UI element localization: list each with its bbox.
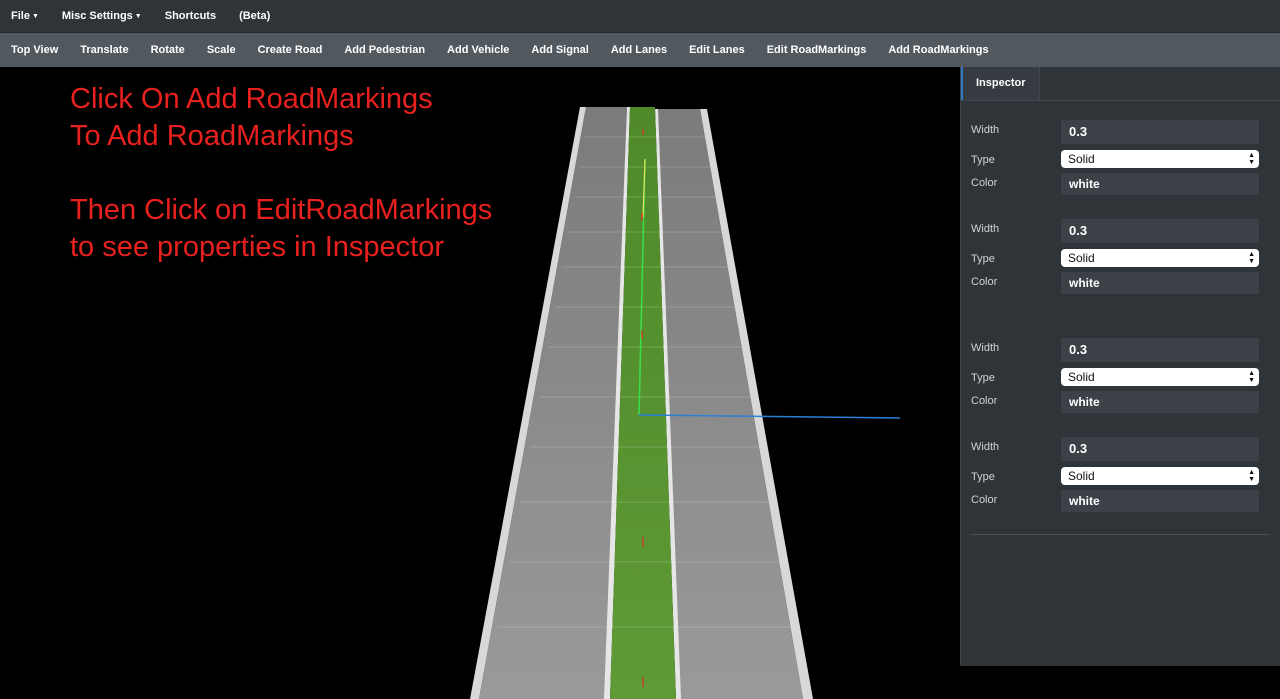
menu-beta[interactable]: (Beta) [239,10,270,22]
top-view-button[interactable]: Top View [0,44,69,56]
color-label: Color [971,177,998,189]
add-signal-button[interactable]: Add Signal [520,44,599,56]
type-label: Type [971,154,995,166]
add-roadmarkings-button[interactable]: Add RoadMarkings [877,44,999,56]
width-input[interactable]: 0.3 [1061,437,1259,461]
edit-lanes-button[interactable]: Edit Lanes [678,44,756,56]
edit-roadmarkings-button[interactable]: Edit RoadMarkings [756,44,878,56]
type-select[interactable]: Solid ▲ ▼ [1061,368,1259,386]
lane-left[interactable] [479,107,627,699]
width-input[interactable]: 0.3 [1061,219,1259,243]
instruction-line-3: Then Click on EditRoadMarkings [70,194,493,226]
color-label: Color [971,395,998,407]
type-select[interactable]: Solid ▲ ▼ [1061,150,1259,168]
instruction-line-4: to see properties in Inspector [70,231,444,263]
width-label: Width [971,441,1000,453]
inspector-panel: Inspector Width 0.3 Type Solid ▲ ▼ Color w… [960,67,1280,666]
menu-file[interactable]: File ▼ [11,10,39,22]
width-label: Width [971,342,1000,354]
add-lanes-button[interactable]: Add Lanes [600,44,678,56]
translate-button[interactable]: Translate [69,44,139,56]
select-arrows-icon: ▲ ▼ [1248,469,1255,483]
inspector-divider [971,534,1269,535]
type-label: Type [971,471,995,483]
menu-shortcuts[interactable]: Shortcuts [165,10,216,22]
menu-misc-settings[interactable]: Misc Settings ▼ [62,10,142,22]
color-input[interactable]: white [1061,173,1259,195]
tab-inspector[interactable]: Inspector [961,67,1040,100]
select-arrows-icon: ▲ ▼ [1248,251,1255,265]
color-input[interactable]: white [1061,490,1259,512]
color-label: Color [971,276,998,288]
type-select[interactable]: Solid ▲ ▼ [1061,249,1259,267]
add-pedestrian-button[interactable]: Add Pedestrian [333,44,436,56]
road-scene[interactable] [0,67,960,699]
color-label: Color [971,494,998,506]
caret-down-icon: ▼ [134,13,142,20]
scale-button[interactable]: Scale [196,44,247,56]
instruction-line-1: Click On Add RoadMarkings [70,83,433,115]
3d-viewport[interactable]: Click On Add RoadMarkings To Add RoadMar… [0,67,960,699]
create-road-button[interactable]: Create Road [247,44,334,56]
toolbar: Top View Translate Rotate Scale Create R… [0,33,1280,67]
select-arrows-icon: ▲ ▼ [1248,370,1255,384]
rotate-button[interactable]: Rotate [140,44,196,56]
select-arrows-icon: ▲ ▼ [1248,152,1255,166]
color-input[interactable]: white [1061,391,1259,413]
caret-down-icon: ▼ [31,13,39,20]
width-input[interactable]: 0.3 [1061,338,1259,362]
instruction-line-2: To Add RoadMarkings [70,120,354,152]
width-label: Width [971,223,1000,235]
type-label: Type [971,253,995,265]
width-label: Width [971,124,1000,136]
inspector-tabbar: Inspector [961,67,1280,101]
width-input[interactable]: 0.3 [1061,120,1259,144]
menubar: File ▼ Misc Settings ▼ Shortcuts (Beta) [0,0,1280,33]
type-select[interactable]: Solid ▲ ▼ [1061,467,1259,485]
add-vehicle-button[interactable]: Add Vehicle [436,44,520,56]
type-label: Type [971,372,995,384]
color-input[interactable]: white [1061,272,1259,294]
